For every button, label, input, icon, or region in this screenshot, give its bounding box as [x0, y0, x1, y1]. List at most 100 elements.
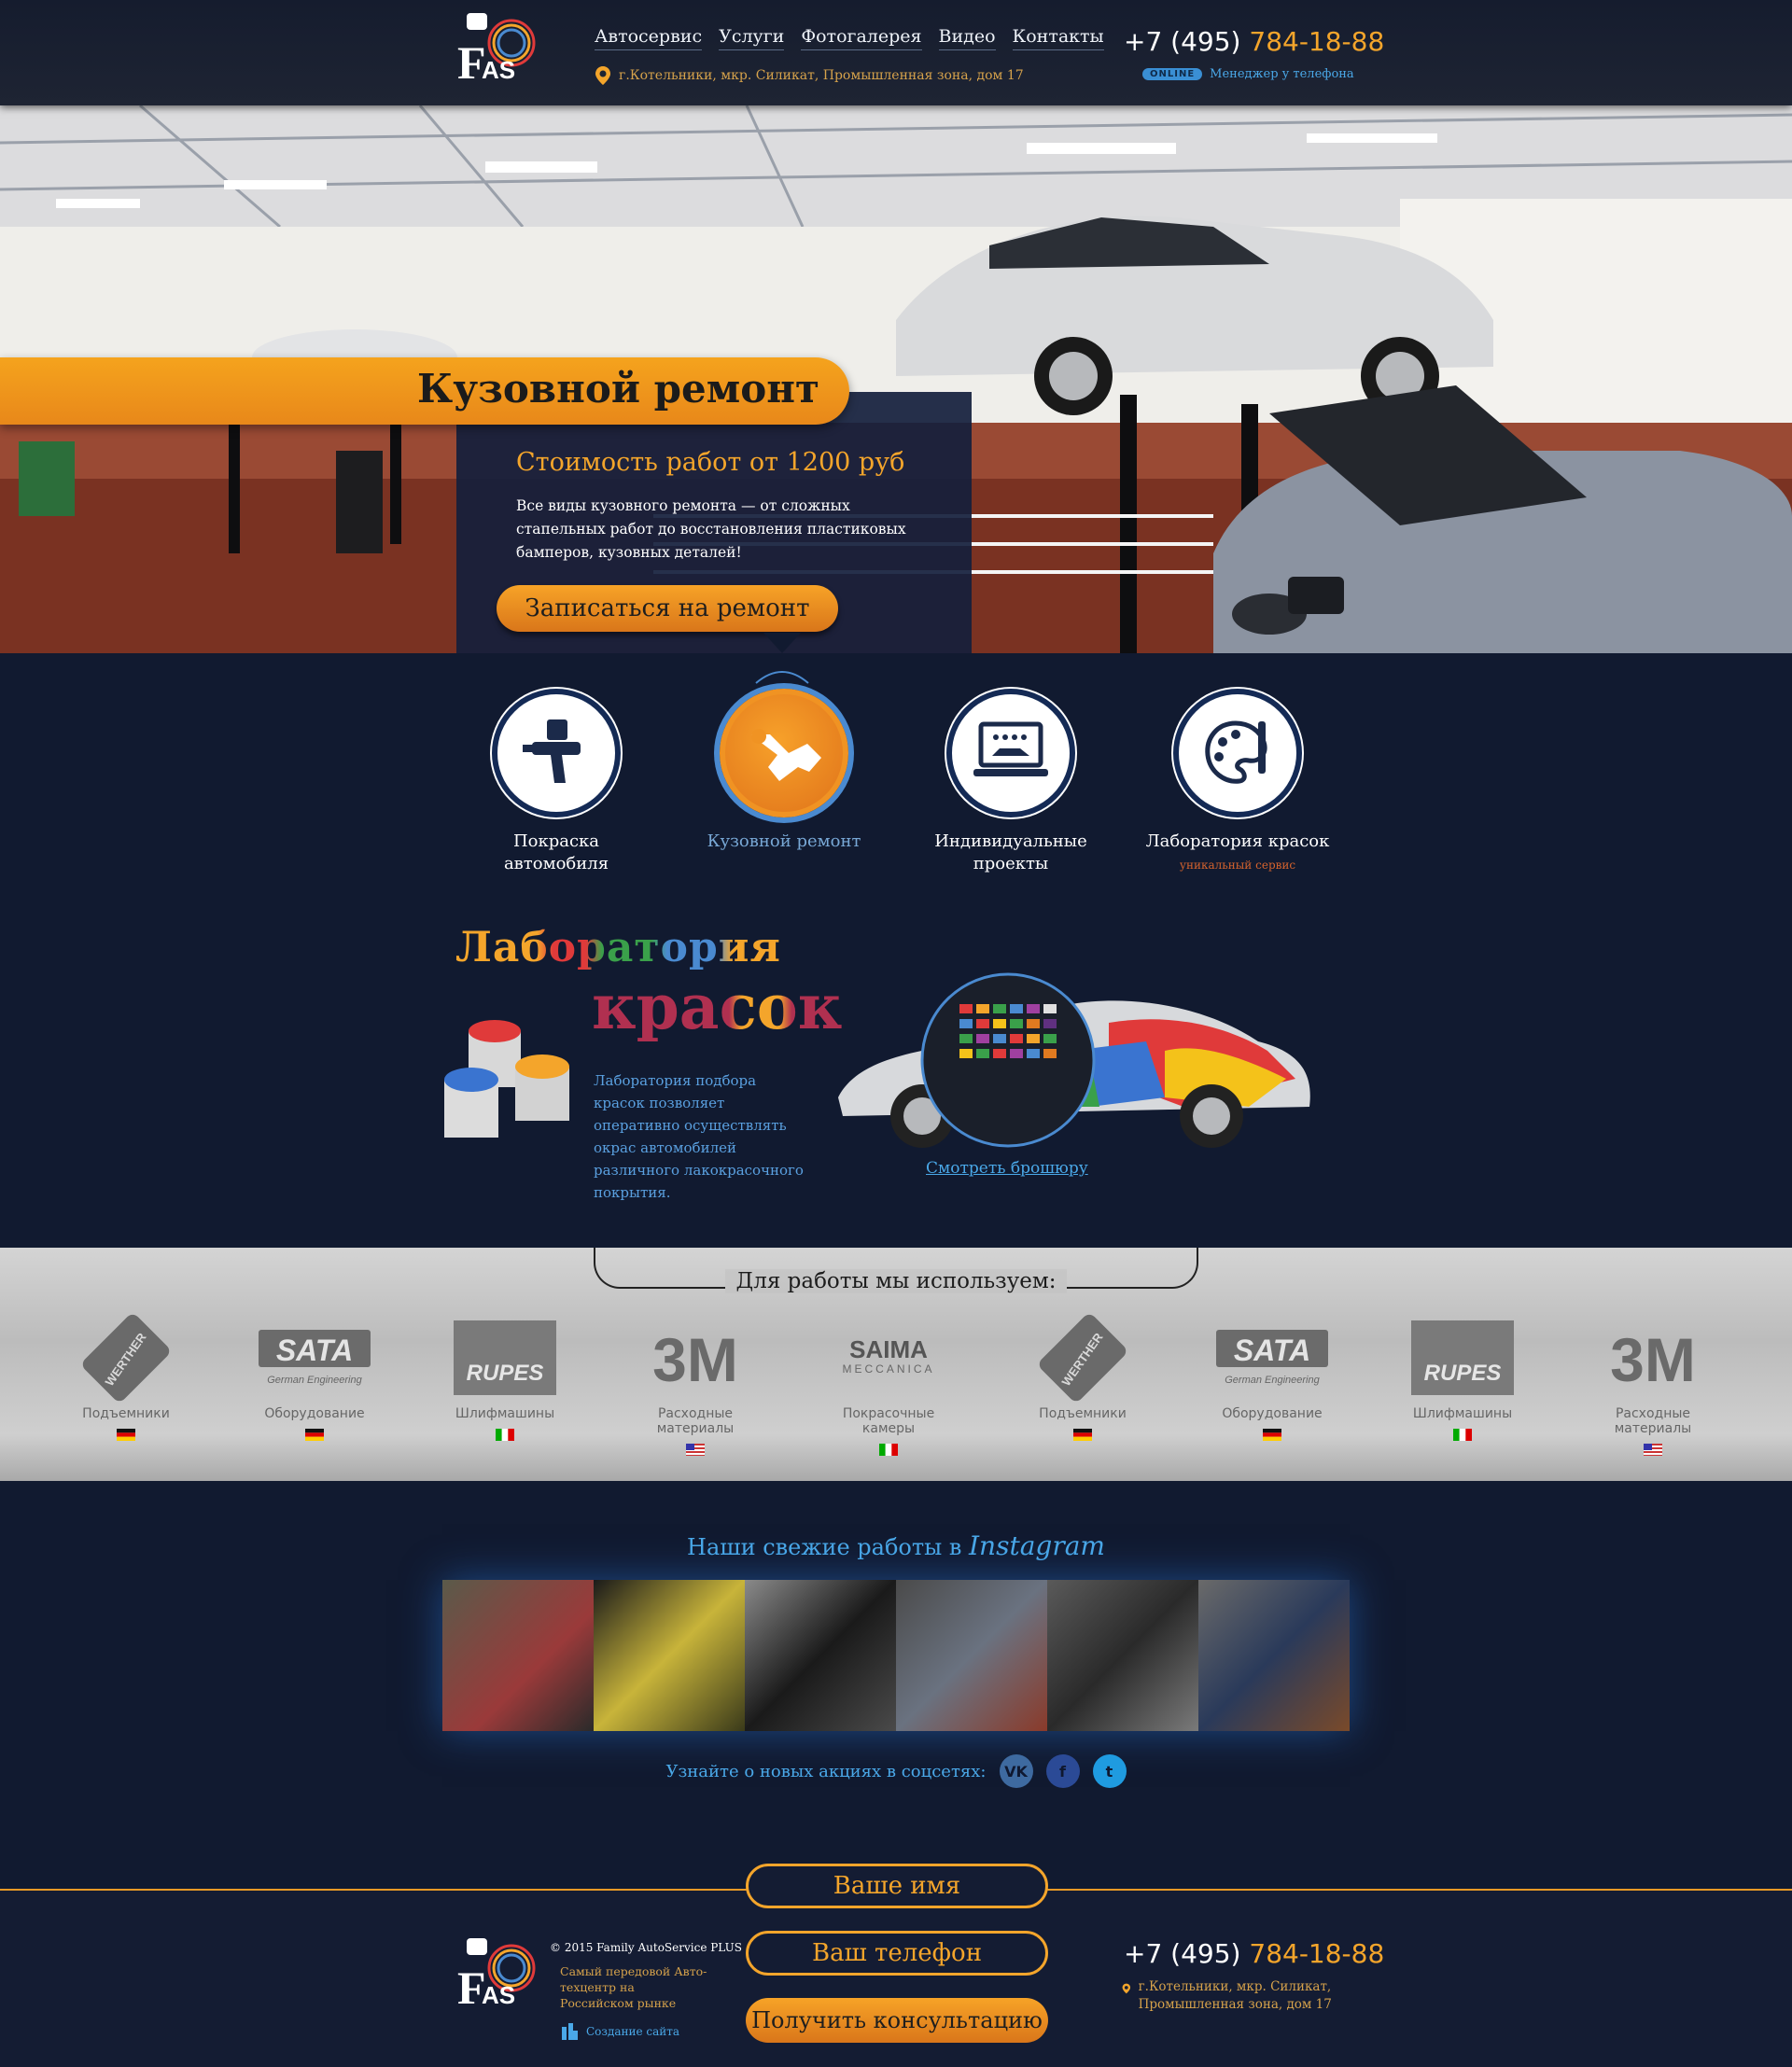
brand-saima[interactable]: SAIMA MECCANICA Покрасочные камеры — [819, 1311, 959, 1456]
painted-car-image — [838, 972, 1310, 1148]
service-body-repair-circle — [720, 689, 848, 817]
brand-label: Покрасочные камеры — [842, 1406, 935, 1436]
brand-werther[interactable]: WERTHER Подъемники — [56, 1311, 196, 1441]
online-badge: ONLINE — [1142, 68, 1203, 80]
brands-title: Для работы мы используем: — [0, 1269, 1792, 1293]
twitter-icon[interactable]: t — [1092, 1754, 1127, 1788]
site-header: F AS Автосервис Услуги Фотогалерея Видео… — [0, 0, 1792, 105]
service-paint[interactable]: Покраска автомобиля — [463, 689, 650, 875]
brand-werther[interactable]: WERTHER Подъемники — [1013, 1311, 1153, 1441]
instagram-photo[interactable] — [896, 1580, 1047, 1731]
hero-pointer-icon — [763, 633, 801, 653]
svg-text:SATA: SATA — [276, 1334, 353, 1367]
flag-us-icon — [1644, 1444, 1662, 1456]
brand-rupes[interactable]: RUPES Шлифмашины — [435, 1311, 575, 1441]
get-consultation-button[interactable]: Получить консультацию — [746, 1998, 1048, 2043]
service-body-repair-label: Кузовной ремонт — [707, 831, 861, 851]
svg-text:AS: AS — [482, 56, 515, 84]
hero-banner: Кузовной ремонт Стоимость работ от 1200 … — [0, 105, 1792, 653]
brand-label: Подъемники — [1039, 1406, 1127, 1421]
instagram-photo[interactable] — [1198, 1580, 1350, 1731]
address-text: г.Котельники, мкр. Силикат, Промышленная… — [619, 68, 1024, 83]
brand-logo: 3M — [1583, 1311, 1723, 1404]
instagram-brand: Instagram — [969, 1530, 1105, 1561]
nav-uslugi[interactable]: Услуги — [719, 26, 785, 50]
hero-title-ribbon: Кузовной ремонт — [0, 357, 849, 425]
svg-text:SATA: SATA — [1234, 1334, 1310, 1367]
service-paint-label: Покраска автомобиля — [503, 831, 609, 873]
manager-text: Менеджер у телефона — [1210, 67, 1354, 81]
flag-de-icon — [117, 1429, 135, 1441]
service-paint-lab-circle — [1173, 689, 1302, 817]
footer-phone[interactable]: +7 (495) 784-18-88 — [1124, 1938, 1384, 1969]
brand-label: Шлифмашины — [455, 1406, 555, 1421]
brand-logo: SATA German Engineering — [1202, 1311, 1342, 1404]
hero-title: Кузовной ремонт — [417, 366, 819, 412]
name-input[interactable]: Ваше имя — [746, 1864, 1048, 1908]
service-body-repair[interactable]: Кузовной ремонт — [691, 689, 877, 853]
flag-us-icon — [686, 1444, 705, 1456]
footer-phone-prefix: +7 (495) — [1124, 1938, 1241, 1969]
main-nav: Автосервис Услуги Фотогалерея Видео Конт… — [595, 26, 1104, 50]
nav-avtoservis[interactable]: Автосервис — [595, 26, 703, 50]
flag-de-icon — [305, 1429, 324, 1441]
svg-text:3M: 3M — [652, 1325, 738, 1390]
fas-logo[interactable]: F AS — [454, 9, 539, 86]
book-repair-button[interactable]: Записаться на ремонт — [497, 585, 838, 632]
service-projects-label: Индивидуальные проекты — [934, 831, 1087, 873]
footer-fas-logo[interactable]: F AS — [454, 1934, 539, 2011]
footer-map-pin-icon — [1122, 1983, 1131, 1994]
vk-icon[interactable]: VK — [999, 1754, 1033, 1788]
service-paint-lab[interactable]: Лаборатория красок уникальный сервис — [1144, 689, 1331, 872]
footer-phone-number: 784-18-88 — [1249, 1938, 1385, 1969]
lab-title2-text: красок — [592, 971, 843, 1043]
instagram-photo[interactable] — [1047, 1580, 1198, 1731]
phone-number: 784-18-88 — [1249, 26, 1385, 57]
laptop-car-icon — [973, 721, 1048, 776]
brand-rupes[interactable]: RUPES Шлифмашины — [1393, 1311, 1533, 1441]
nav-contacts[interactable]: Контакты — [1012, 26, 1104, 50]
svg-text:SAIMA: SAIMA — [849, 1335, 928, 1363]
nav-photogallery[interactable]: Фотогалерея — [801, 26, 922, 50]
nav-video[interactable]: Видео — [938, 26, 996, 50]
brands-title-text: Для работы мы используем: — [724, 1269, 1068, 1293]
brand-3m[interactable]: 3M Расходные материалы — [1583, 1311, 1723, 1456]
brand-logo: RUPES — [435, 1311, 575, 1404]
instagram-photo[interactable] — [594, 1580, 745, 1731]
instagram-title-text: Наши свежие работы в — [687, 1534, 962, 1560]
brand-label: Подъемники — [82, 1406, 170, 1421]
brand-logo: SATA German Engineering — [245, 1311, 385, 1404]
active-caret-icon — [755, 671, 809, 684]
site-creation-link[interactable]: Создание сайта — [560, 2021, 679, 2042]
site-creation-text: Создание сайта — [586, 2025, 680, 2038]
brand-label: Расходные материалы — [1614, 1406, 1692, 1436]
lab-description: Лаборатория подбора красок позволяет опе… — [594, 1072, 804, 1201]
brand-label: Оборудование — [264, 1406, 365, 1421]
lab-title-line1: Лаборатория — [455, 924, 781, 971]
service-projects[interactable]: Индивидуальные проекты — [917, 689, 1104, 875]
svg-text:RUPES: RUPES — [1424, 1361, 1502, 1386]
header-address: г.Котельники, мкр. Силикат, Промышленная… — [595, 65, 1024, 86]
instagram-title: Наши свежие работы в Instagram — [0, 1530, 1792, 1561]
header-phone[interactable]: +7 (495) 784-18-88 — [1124, 26, 1384, 57]
footer-slogan: Самый передовой Авто-техцентр на Российс… — [560, 1964, 707, 2010]
svg-text:3M: 3M — [1610, 1325, 1696, 1390]
promo-description: Все виды кузовного ремонта — от сложных … — [516, 497, 906, 561]
footer-address-text: г.Котельники, мкр. Силикат, Промышленная… — [1138, 1979, 1332, 2012]
facebook-icon[interactable]: f — [1045, 1754, 1080, 1788]
brand-sata[interactable]: SATA German Engineering Оборудование — [245, 1311, 385, 1441]
wrench-car-icon — [751, 729, 821, 781]
instagram-photo[interactable] — [745, 1580, 896, 1731]
brand-logo: WERTHER — [1013, 1311, 1153, 1404]
footer-copyright: © 2015 Family AutoService PLUS — [550, 1941, 742, 1954]
phone-input[interactable]: Ваш телефон — [746, 1931, 1048, 1976]
services-section — [0, 653, 1792, 1248]
brand-3m[interactable]: 3M Расходные материалы — [625, 1311, 765, 1456]
phone-prefix: +7 (495) — [1124, 26, 1241, 57]
flag-de-icon — [1073, 1429, 1092, 1441]
promo-box: Стоимость работ от 1200 руб Все виды куз… — [456, 392, 972, 653]
instagram-photo[interactable] — [442, 1580, 594, 1731]
view-brochure-link[interactable]: Смотреть брошюру — [926, 1159, 1088, 1178]
brand-sata[interactable]: SATA German Engineering Оборудование — [1202, 1311, 1342, 1441]
svg-text:German Engineering: German Engineering — [267, 1375, 362, 1386]
